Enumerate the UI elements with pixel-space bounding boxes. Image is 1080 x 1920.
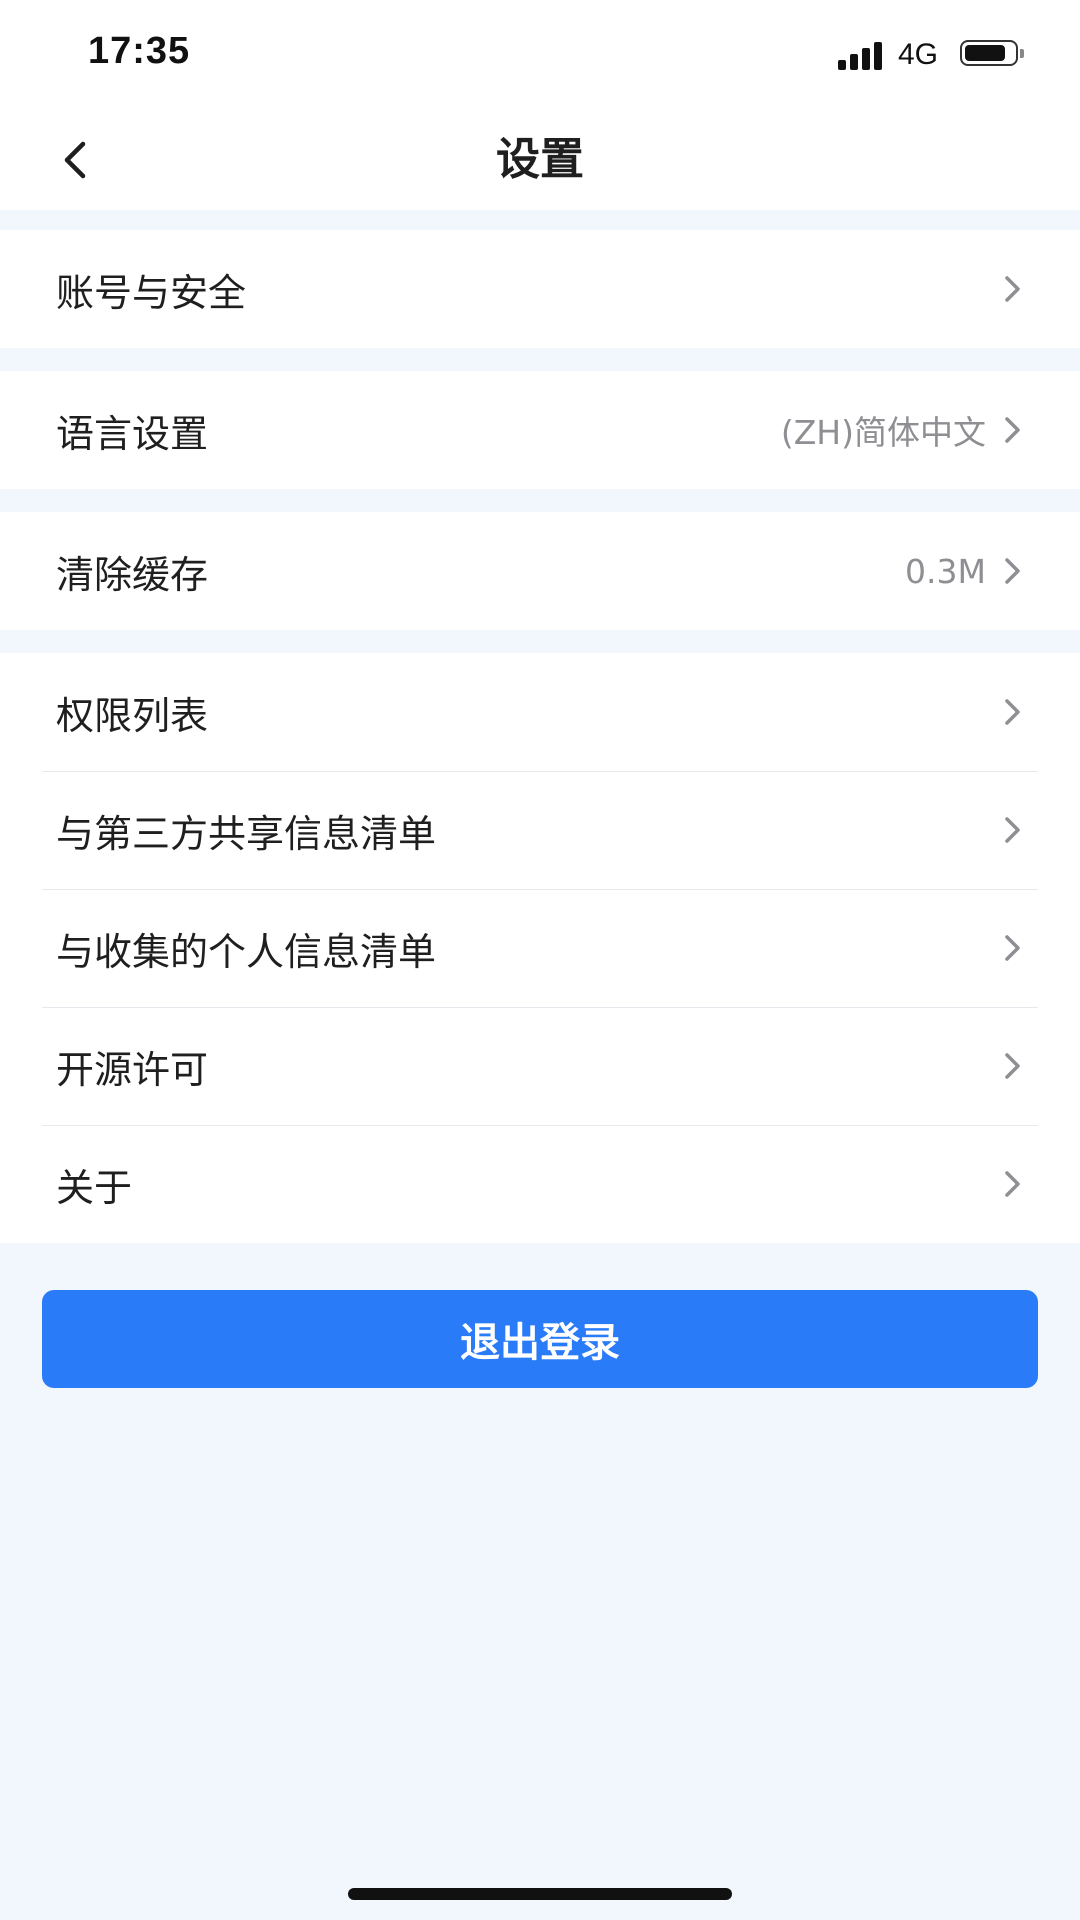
status-time: 17:35 xyxy=(88,30,191,72)
setting-personal-info-collected-list[interactable]: 与收集的个人信息清单 xyxy=(0,889,1080,1007)
row-label: 与第三方共享信息清单 xyxy=(56,811,437,856)
setting-language[interactable]: 语言设置 (ZH)简体中文 xyxy=(0,371,1080,489)
nav-bar: 设置 xyxy=(0,110,1080,210)
logout-button[interactable]: 退出登录 xyxy=(42,1290,1038,1388)
chevron-right-icon xyxy=(1000,933,1024,963)
chevron-right-icon xyxy=(1000,274,1024,304)
setting-account-security[interactable]: 账号与安全 xyxy=(0,230,1080,348)
setting-permission-list[interactable]: 权限列表 xyxy=(0,653,1080,771)
setting-open-source-license[interactable]: 开源许可 xyxy=(0,1007,1080,1125)
row-label: 权限列表 xyxy=(56,693,209,738)
setting-about[interactable]: 关于 xyxy=(0,1125,1080,1243)
chevron-right-icon xyxy=(1000,1169,1024,1199)
language-value: (ZH)简体中文 xyxy=(780,413,986,452)
battery-icon xyxy=(960,40,1030,70)
settings-group-privacy: 权限列表 与第三方共享信息清单 与收集的个人信息清单 开源许可 关于 xyxy=(0,653,1080,1243)
chevron-right-icon xyxy=(1000,556,1024,586)
settings-group-language: 语言设置 (ZH)简体中文 xyxy=(0,371,1080,489)
cache-size-value: 0.3M xyxy=(905,551,986,591)
row-label: 语言设置 xyxy=(56,411,209,456)
row-label: 开源许可 xyxy=(56,1047,209,1092)
signal-icon xyxy=(838,42,886,70)
network-type: 4G xyxy=(898,38,939,71)
chevron-right-icon xyxy=(1000,1051,1024,1081)
setting-third-party-sharing-list[interactable]: 与第三方共享信息清单 xyxy=(0,771,1080,889)
chevron-right-icon xyxy=(1000,815,1024,845)
row-label: 清除缓存 xyxy=(56,552,209,597)
page-title: 设置 xyxy=(496,134,584,185)
chevron-right-icon xyxy=(1000,415,1024,445)
row-label: 关于 xyxy=(56,1165,133,1210)
chevron-right-icon xyxy=(1000,697,1024,727)
chevron-left-icon xyxy=(64,141,86,179)
setting-clear-cache[interactable]: 清除缓存 0.3M xyxy=(0,512,1080,630)
row-label: 账号与安全 xyxy=(56,270,247,315)
settings-group-cache: 清除缓存 0.3M xyxy=(0,512,1080,630)
status-bar: 17:35 4G xyxy=(0,0,1080,110)
row-label: 与收集的个人信息清单 xyxy=(56,929,437,974)
home-indicator[interactable] xyxy=(348,1888,732,1900)
settings-group-account: 账号与安全 xyxy=(0,230,1080,348)
back-button[interactable] xyxy=(44,128,108,192)
